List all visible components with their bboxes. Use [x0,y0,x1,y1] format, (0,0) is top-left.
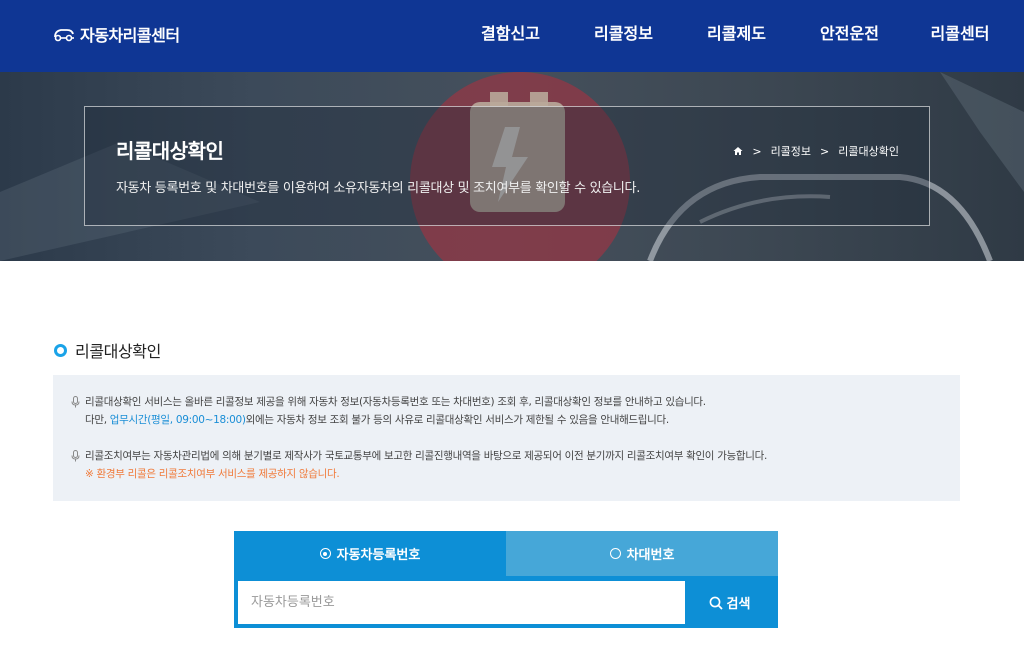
radio-selected-icon[interactable] [319,548,331,559]
main-nav: 결함신고 리콜정보 리콜제도 안전운전 리콜센터 [454,0,1024,72]
site-header: 자동차리콜센터 결함신고 리콜정보 리콜제도 안전운전 리콜센터 [0,0,1024,72]
section-title-text: 리콜대상확인 [75,342,161,361]
nav-item-recall-center[interactable]: 리콜센터 [906,0,1024,72]
nav-item-defect-report[interactable]: 결함신고 [454,0,567,72]
search-button-label: 검색 [726,597,751,612]
notice-text-suffix: 외에는 자동차 정보 조회 불가 등의 사유로 리콜대상확인 서비스가 제한될 … [245,414,670,426]
tab-registration-number[interactable]: 자동차등록번호 [234,531,506,576]
car-logo-icon [54,29,74,42]
page-title: 리콜대상확인 [116,139,224,163]
recall-search-box: 자동차등록번호 차대번호 검색 [234,531,778,628]
microphone-icon [71,396,80,408]
tab-label: 차대번호 [626,548,675,563]
logo-text: 자동차리콜센터 [80,26,180,45]
tab-vin[interactable]: 차대번호 [506,531,778,576]
nav-item-recall-info[interactable]: 리콜정보 [567,0,680,72]
home-icon[interactable] [733,146,743,156]
business-hours-text: 업무시간(평일, 09:00~18:00) [109,414,246,426]
notice-text-prefix: 다만, [85,414,110,426]
chevron-right-icon: > [752,144,762,158]
notice-box: 리콜대상확인 서비스는 올바른 리콜정보 제공을 위해 자동차 정보(자동차등록… [53,375,960,501]
breadcrumb-item-current: 리콜대상확인 [838,145,899,158]
search-icon [709,596,723,610]
search-type-tabs: 자동차등록번호 차대번호 [234,531,778,576]
notice-item-action: 리콜조치여부는 자동차관리법에 의해 분기별로 제작사가 국토교통부에 보고한 … [71,447,767,483]
tab-label: 자동차등록번호 [336,548,421,563]
notice-item-service: 리콜대상확인 서비스는 올바른 리콜정보 제공을 위해 자동차 정보(자동차등록… [71,393,706,429]
notice-text: 리콜대상확인 서비스는 올바른 리콜정보 제공을 위해 자동차 정보(자동차등록… [85,396,706,408]
hero-banner: 리콜대상확인 자동차 등록번호 및 차대번호를 이용하여 소유자동차의 리콜대상… [0,72,1024,261]
section-title: 리콜대상확인 [54,338,161,362]
notice-warning-text: ※ 환경부 리콜은 리콜조치여부 서비스를 제공하지 않습니다. [85,468,340,480]
page-description: 자동차 등록번호 및 차대번호를 이용하여 소유자동차의 리콜대상 및 조치여부… [116,181,641,196]
nav-item-recall-system[interactable]: 리콜제도 [680,0,793,72]
notice-text-hours: 다만, 업무시간(평일, 09:00~18:00)외에는 자동차 정보 조회 불… [71,411,706,429]
nav-item-safe-driving[interactable]: 안전운전 [793,0,906,72]
hero-info-box: 리콜대상확인 자동차 등록번호 및 차대번호를 이용하여 소유자동차의 리콜대상… [84,106,930,226]
chevron-right-icon: > [820,144,830,158]
microphone-icon [71,450,80,462]
radio-unselected-icon[interactable] [609,548,621,559]
search-row: 검색 [238,581,774,624]
notice-text: 리콜조치여부는 자동차관리법에 의해 분기별로 제작사가 국토교통부에 보고한 … [85,450,768,462]
site-logo[interactable]: 자동차리콜센터 [52,22,180,46]
breadcrumb: > 리콜정보 > 리콜대상확인 [733,143,899,159]
circle-bullet-icon [54,343,67,357]
search-button[interactable]: 검색 [685,581,774,624]
breadcrumb-item-recall-info[interactable]: 리콜정보 [771,143,811,159]
search-input[interactable] [238,581,685,624]
